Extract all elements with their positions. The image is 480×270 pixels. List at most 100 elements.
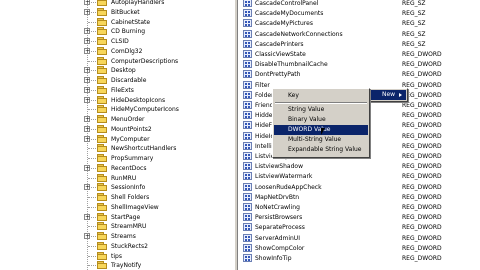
expand-toggle-icon[interactable]: + (84, 8, 90, 15)
registry-value-icon (243, 39, 252, 48)
folder-icon (97, 124, 108, 133)
value-type: REG_DWORD (402, 153, 442, 160)
tree-item-label: StartPage (111, 213, 141, 221)
registry-value-icon (243, 254, 252, 262)
expand-toggle-icon[interactable]: + (84, 28, 90, 35)
value-type: REG_DWORD (402, 71, 442, 79)
expand-toggle-icon[interactable]: + (84, 184, 90, 191)
value-name: CascadePrinters (255, 40, 304, 48)
tree-item-label: MyComputer (111, 135, 150, 143)
expand-toggle-icon[interactable]: + (84, 233, 90, 240)
registry-value-icon (243, 141, 252, 150)
folder-icon (97, 0, 108, 6)
value-name: LoosenRudeAppCheck (255, 183, 322, 191)
value-type: REG_SZ (402, 40, 426, 48)
registry-value-icon (243, 243, 252, 252)
submenu-item-string-value[interactable]: String Value (274, 105, 368, 115)
submenu-item-label: Multi-String Value (288, 136, 342, 143)
registry-key-tree[interactable]: + AutoplayHandlers + BitBucket CabinetState +… (0, 0, 234, 270)
registry-value-icon (243, 203, 252, 211)
tree-item-label: ShellImageView (111, 203, 159, 211)
expand-toggle-icon[interactable]: + (84, 47, 90, 54)
value-type: REG_DWORD (402, 255, 442, 262)
value-name: ListviewWatermark (255, 173, 313, 181)
registry-value-icon (243, 90, 252, 99)
folder-icon (97, 27, 108, 36)
folder-icon (97, 85, 108, 94)
expand-toggle-icon[interactable]: + (84, 86, 90, 93)
value-type: REG_DWORD (402, 142, 442, 150)
registry-value-icon (243, 121, 252, 130)
registry-value-icon (243, 0, 252, 7)
expand-toggle-icon[interactable]: + (84, 38, 90, 45)
folder-icon (97, 76, 108, 84)
registry-value-icon (243, 152, 252, 160)
value-name: CascadeControlPanel (255, 0, 319, 7)
folder-icon (97, 66, 108, 75)
value-type: REG_SZ (402, 30, 426, 38)
expand-toggle-icon[interactable]: + (84, 0, 90, 6)
folder-icon (97, 202, 108, 211)
tree-item-label: SessionInfo (111, 184, 146, 192)
value-name: CascadeMyDocuments (255, 10, 324, 18)
tree-item-label: tips (111, 252, 122, 260)
folder-icon (97, 222, 108, 231)
registry-value-icon (243, 182, 252, 191)
value-name: Filter (255, 81, 270, 89)
value-name: CascadeNetworkConnections (255, 30, 343, 38)
registry-value-icon (243, 19, 252, 28)
value-name: ClassicViewState (255, 51, 306, 58)
tree-item-label: TrayNotify (111, 262, 142, 270)
expand-toggle-icon[interactable]: + (84, 135, 90, 142)
value-name: MapNetDrvBtn (255, 193, 300, 201)
tree-item-label: PropSummary (111, 155, 154, 162)
tree-item-label: ComputerDescriptions (111, 57, 179, 65)
value-type: REG_DWORD (402, 112, 442, 120)
folder-icon (97, 163, 108, 172)
registry-value-icon (243, 162, 252, 171)
expand-toggle-icon[interactable]: + (84, 96, 90, 103)
value-type: REG_DWORD (402, 224, 442, 232)
tree-item-label: CD Burning (111, 28, 146, 36)
tree-item-label: FileExts (111, 86, 134, 94)
folder-icon (97, 154, 108, 162)
value-row[interactable]: ShowInfoTip REG_DWORD (238, 253, 480, 264)
value-type: REG_DWORD (402, 163, 442, 171)
tree-item[interactable]: TrayNotify (0, 260, 234, 270)
value-name: SeparateProcess (255, 224, 305, 232)
value-type: REG_DWORD (402, 214, 442, 222)
submenu-item-multi-string-value[interactable]: Multi-String Value (274, 135, 368, 145)
folder-icon (97, 261, 108, 270)
menu-separator (275, 102, 367, 104)
submenu-item-expandable-string-value[interactable]: Expandable String Value (274, 145, 368, 155)
value-name: ServerAdminUI (255, 234, 300, 242)
tree-item-label: MenuOrder (111, 116, 145, 123)
submenu-item-binary-value[interactable]: Binary Value (274, 115, 368, 125)
value-type: REG_DWORD (402, 234, 442, 242)
expand-toggle-icon[interactable]: + (84, 77, 90, 84)
tree-item-label: HideDesktopIcons (111, 96, 166, 104)
tree-item-label: HideMyComputerIcons (111, 106, 179, 114)
expand-toggle-icon[interactable]: + (84, 67, 90, 74)
value-name: DontPrettyPath (255, 71, 301, 79)
value-type: REG_SZ (402, 0, 426, 7)
submenu-arrow-icon (399, 93, 402, 97)
value-name: ListviewShadow (255, 163, 303, 171)
tree-item-label: CabinetState (111, 18, 151, 26)
expand-toggle-icon[interactable]: + (84, 116, 90, 123)
tree-item-label: Desktop (111, 67, 136, 75)
value-name: PersistBrowsers (255, 214, 303, 222)
tree-item-label: NewShortcutHandlers (111, 145, 177, 153)
value-type: REG_DWORD (402, 61, 442, 69)
folder-icon (97, 46, 108, 55)
registry-value-icon (243, 233, 252, 242)
submenu-item-key[interactable]: Key (274, 91, 368, 101)
folder-icon (97, 105, 108, 114)
value-type: REG_DWORD (402, 204, 442, 211)
registry-value-icon (243, 213, 252, 222)
tree-item-label: RecentDocs (111, 164, 147, 172)
expand-toggle-icon[interactable]: + (84, 213, 90, 220)
expand-toggle-icon[interactable]: + (84, 125, 90, 132)
folder-icon (97, 232, 108, 240)
expand-toggle-icon[interactable]: + (84, 164, 90, 171)
